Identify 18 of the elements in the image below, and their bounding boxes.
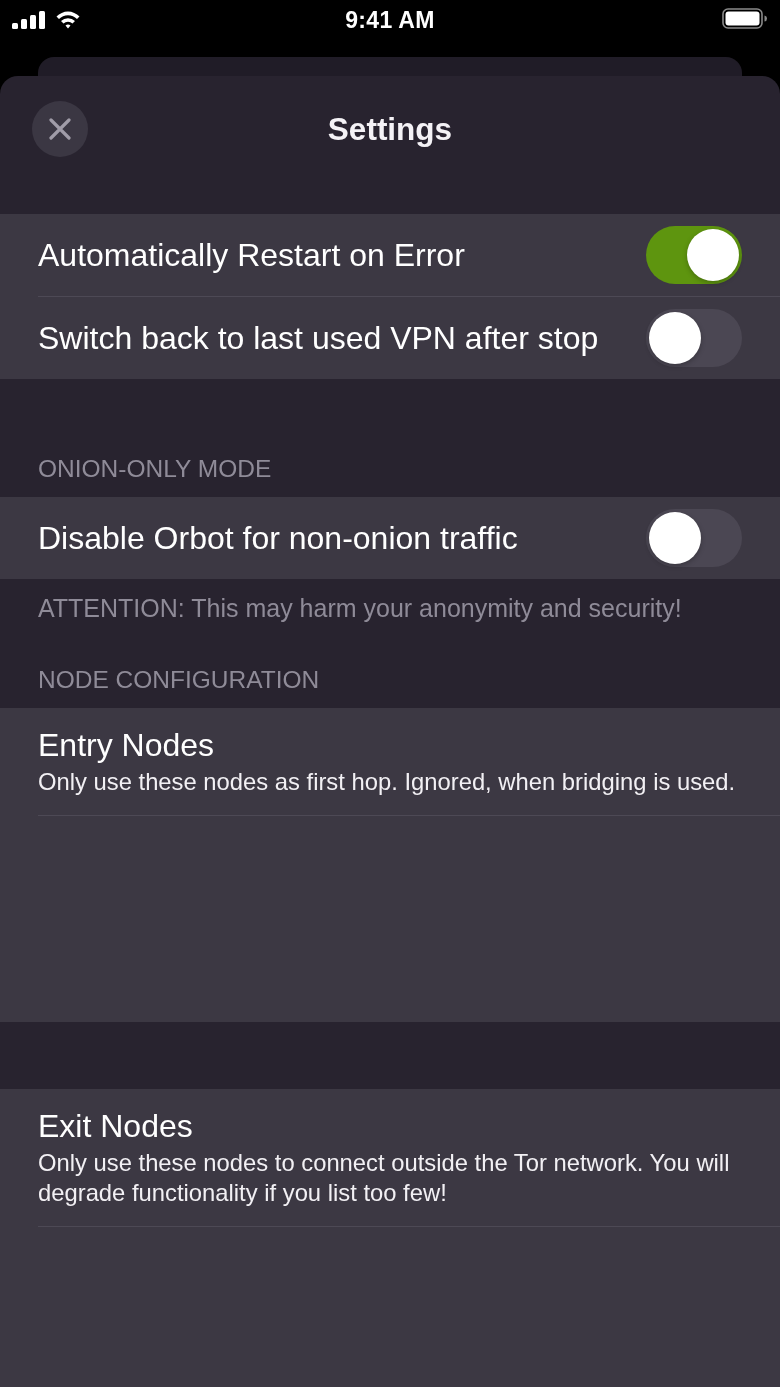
setting-title: Exit Nodes [38, 1108, 194, 1144]
status-time: 9:41 AM [345, 6, 435, 34]
setting-description: Only use these nodes as first hop. Ignored, when bridging is used. [38, 767, 737, 797]
signal-icon [12, 11, 46, 29]
close-button[interactable] [32, 101, 88, 157]
wifi-icon [55, 10, 81, 29]
close-icon [49, 118, 71, 140]
section-header: NODE CONFIGURATION [37, 666, 321, 695]
setting-title: Entry Nodes [38, 727, 216, 763]
setting-label: Automatically Restart on Error [38, 236, 465, 274]
battery-icon [722, 8, 768, 29]
section-header: ONION-ONLY MODE [37, 455, 273, 484]
setting-description: Only use these nodes to connect outside the Tor network. You will degrade functionality if you list too few! [38, 1148, 731, 1208]
setting-label: Switch back to last used VPN after stop [38, 319, 599, 357]
screen-title: Settings [327, 110, 453, 149]
toggle-switch[interactable] [646, 226, 742, 284]
section-footer: ATTENTION: This may harm your anonymity and security! [0, 579, 780, 622]
setting-label: Disable Orbot for non-onion traffic [38, 519, 518, 557]
